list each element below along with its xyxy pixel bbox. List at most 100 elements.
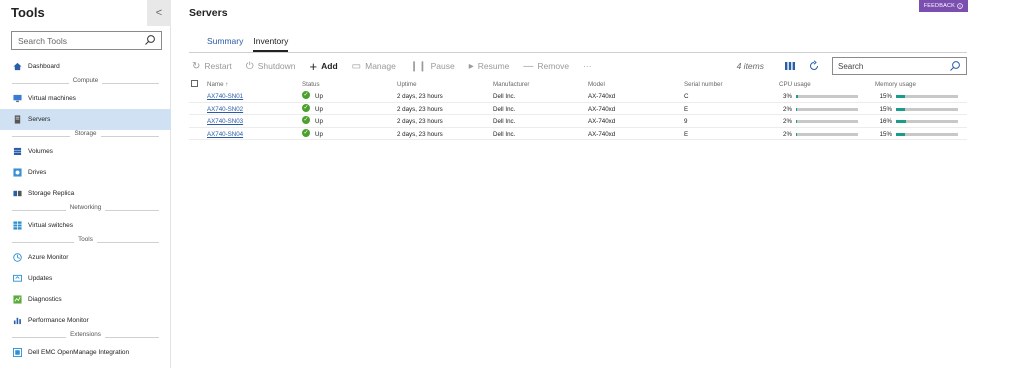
collapse-sidebar-button[interactable]: < <box>147 0 171 26</box>
more-actions-button[interactable]: ··· <box>583 61 592 71</box>
refresh-icon[interactable] <box>808 60 820 72</box>
memory-usage-value: 16% <box>879 118 892 125</box>
group-label: Storage <box>70 130 101 137</box>
column-picker-icon[interactable] <box>784 60 796 72</box>
restart-label: Restart <box>204 61 232 71</box>
minus-icon: — <box>523 60 534 72</box>
model-cell: AX-740xd <box>588 105 616 113</box>
table-header: Name ↑ Status Uptime Manufacturer Model … <box>189 78 967 90</box>
column-header-model[interactable]: Model <box>588 81 605 88</box>
check-circle-icon: ✓ <box>302 91 310 100</box>
shutdown-label: Shutdown <box>257 61 296 71</box>
pause-icon: ❙❙ <box>409 60 427 72</box>
sidebar-nav: Dashboard Compute Virtual machines Serve… <box>0 56 171 363</box>
shutdown-button[interactable]: ⏻ Shutdown <box>246 61 296 72</box>
sidebar-title: Tools <box>11 5 45 20</box>
sidebar-group-compute: Compute <box>0 77 171 88</box>
tabs-divider <box>189 52 967 53</box>
virtual-machine-icon <box>13 94 22 103</box>
model-cell: AX-740xd <box>588 130 616 138</box>
sidebar-item-label: Servers <box>28 116 51 123</box>
sidebar-item-volumes[interactable]: Volumes <box>0 141 171 162</box>
sidebar-item-label: Dell EMC OpenManage Integration <box>28 349 130 356</box>
group-label: Tools <box>74 236 97 243</box>
check-circle-icon: ✓ <box>302 128 310 137</box>
column-header-memory[interactable]: Memory usage <box>875 81 916 88</box>
server-icon <box>14 115 21 124</box>
sidebar-item-storage-replica[interactable]: Storage Replica <box>0 183 171 204</box>
memory-usage-cell: 15% <box>875 93 958 100</box>
model-cell: AX-740xd <box>588 93 616 100</box>
table-row[interactable]: AX740-SN02 ✓ Up 2 days, 23 hours Dell Inc… <box>189 103 967 115</box>
server-name-link[interactable]: AX740-SN03 <box>207 118 243 125</box>
column-header-status[interactable]: Status <box>302 81 320 88</box>
dell-emc-icon <box>13 348 22 357</box>
manage-button[interactable]: ▭ Manage <box>352 61 396 72</box>
sidebar-item-virtual-switches[interactable]: Virtual switches <box>0 215 171 236</box>
performance-monitor-icon <box>13 317 21 325</box>
search-icon <box>145 35 155 45</box>
table-row[interactable]: AX740-SN04 ✓ Up 2 days, 23 hours Dell Inc… <box>189 128 967 140</box>
serial-cell: C <box>684 93 689 100</box>
sidebar-item-dashboard[interactable]: Dashboard <box>0 56 171 77</box>
sidebar-item-performance-monitor[interactable]: Performance Monitor <box>0 310 171 331</box>
pause-button[interactable]: ❙❙ Pause <box>410 61 455 72</box>
sidebar-item-updates[interactable]: Updates <box>0 268 171 289</box>
cpu-usage-cell: 2% <box>779 118 858 125</box>
memory-usage-fill <box>896 132 906 136</box>
search-tools-placeholder: Search Tools <box>18 36 67 46</box>
remove-button[interactable]: — Remove <box>523 61 569 72</box>
page-title: Servers <box>189 7 228 19</box>
memory-usage-fill <box>896 120 906 123</box>
drive-icon <box>13 168 22 177</box>
server-name-link[interactable]: AX740-SN02 <box>207 106 243 113</box>
cpu-usage-cell: 3% <box>779 93 858 100</box>
sidebar-item-drives[interactable]: Drives <box>0 162 171 183</box>
resume-button[interactable]: ▸ Resume <box>469 61 510 72</box>
inventory-search-input[interactable]: Search <box>832 57 967 75</box>
sidebar-item-virtual-machines[interactable]: Virtual machines <box>0 88 171 109</box>
cpu-usage-value: 2% <box>783 118 792 125</box>
add-button[interactable]: + Add <box>310 59 338 74</box>
search-tools-input[interactable]: Search Tools <box>11 31 162 50</box>
sidebar-group-tools: Tools <box>0 236 171 247</box>
sidebar-group-extensions: Extensions <box>0 331 171 342</box>
remove-label: Remove <box>537 61 570 71</box>
memory-usage-fill <box>896 95 906 98</box>
table-row[interactable]: AX740-SN01 ✓ Up 2 days, 23 hours Dell Inc… <box>189 90 967 103</box>
resume-label: Resume <box>477 61 510 71</box>
select-all-checkbox[interactable] <box>191 80 198 87</box>
sidebar-item-servers[interactable]: Servers <box>0 109 171 130</box>
tab-summary[interactable]: Summary <box>207 36 243 52</box>
toolbar: ↻ Restart ⏻ Shutdown + Add ▭ Manage ❙❙ Pause … <box>192 56 967 76</box>
sidebar-item-diagnostics[interactable]: Diagnostics <box>0 289 171 310</box>
manufacturer-cell: Dell Inc. <box>493 105 516 113</box>
sidebar-item-dell-emc-openmanage[interactable]: Dell EMC OpenManage Integration <box>0 342 171 363</box>
cpu-usage-cell: 2% <box>779 131 858 138</box>
model-cell: AX-740xd <box>588 118 616 125</box>
restart-icon: ↻ <box>192 60 201 72</box>
table-row[interactable]: AX740-SN03 ✓ Up 2 days, 23 hours Dell Inc… <box>189 115 967 128</box>
cpu-usage-fill <box>796 120 798 123</box>
sidebar-item-azure-monitor[interactable]: Azure Monitor <box>0 247 171 268</box>
column-header-name[interactable]: Name ↑ <box>207 81 228 88</box>
memory-usage-bar <box>896 95 958 98</box>
server-name-link[interactable]: AX740-SN04 <box>207 131 243 138</box>
feedback-button[interactable]: FEEDBACK <box>918 0 968 12</box>
column-header-cpu[interactable]: CPU usage <box>779 81 811 88</box>
memory-usage-bar <box>896 120 958 123</box>
sidebar-item-label: Virtual machines <box>28 95 76 102</box>
restart-button[interactable]: ↻ Restart <box>192 61 232 72</box>
tab-inventory[interactable]: Inventory <box>253 36 289 52</box>
status-cell: ✓ Up <box>302 103 323 113</box>
cpu-usage-bar <box>796 132 858 136</box>
column-header-manufacturer[interactable]: Manufacturer <box>493 81 529 88</box>
status-cell: ✓ Up <box>302 91 323 100</box>
memory-usage-bar <box>896 132 958 136</box>
resume-icon: ▸ <box>468 60 474 72</box>
server-name-link[interactable]: AX740-SN01 <box>207 93 243 100</box>
updates-icon <box>13 274 22 282</box>
column-header-uptime[interactable]: Uptime <box>397 81 417 88</box>
more-icon: ··· <box>583 61 592 71</box>
column-header-serial[interactable]: Serial number <box>684 81 723 88</box>
